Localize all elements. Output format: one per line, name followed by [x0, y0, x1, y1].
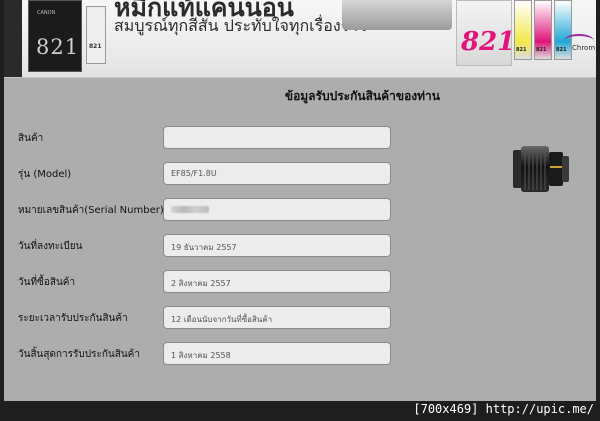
form-row-registration-date: วันที่ลงทะเบียน 19 ธันวาคม 2557 [4, 234, 596, 258]
warranty-end-label: วันสิ้นสุดการรับประกันสินค้า [18, 349, 140, 360]
ink-pack-code: 821 [461, 27, 516, 57]
ink-pack-image: 821 [456, 0, 516, 66]
purchase-date-label: วันที่ซื้อสินค้า [18, 277, 76, 288]
camera-lens-icon [513, 146, 569, 192]
model-field[interactable]: EF85/F1.8U [163, 162, 391, 185]
form-row-warranty-period: ระยะเวลารับประกันสินค้า 12 เดือนนับจากวั… [4, 306, 596, 330]
form-row-model: รุ่น (Model) EF85/F1.8U [4, 162, 596, 186]
promo-banner[interactable]: CANON 821 821 หมึกแท้แคนนอน สมบูรณ์ทุกสี… [4, 0, 596, 77]
ink-small-code: 821 [89, 43, 102, 50]
ink-cartridge-small: 821 [86, 6, 106, 64]
cartridge-number: 821 [516, 47, 527, 53]
serial-number-label: หมายเลขสินค้า(Serial Number) [18, 205, 164, 216]
form-row-purchase-date: วันที่ซื้อสินค้า 2 สิงหาคม 2557 [4, 270, 596, 294]
brand-logo-text: Chrom [572, 44, 596, 52]
banner-edge [4, 0, 22, 77]
product-field[interactable] [163, 126, 391, 149]
warranty-info-panel: ข้อมูลรับประกันสินค้าของท่าน สินค้า รุ่น… [4, 77, 596, 401]
panel-title: ข้อมูลรับประกันสินค้าของท่าน [284, 89, 440, 103]
product-label: สินค้า [18, 133, 44, 144]
form-row-warranty-end: วันสิ้นสุดการรับประกันสินค้า 1 สิงหาคม 2… [4, 342, 596, 366]
serial-number-field[interactable] [163, 198, 391, 221]
warranty-period-field[interactable]: 12 เดือนนับจากวันที่ซื้อสินค้า [163, 306, 391, 329]
magenta-cartridge: 821 [534, 0, 552, 60]
serial-redacted [171, 206, 209, 213]
warranty-period-label: ระยะเวลารับประกันสินค้า [18, 313, 128, 324]
ink-box-tag: CANON [37, 10, 56, 16]
warranty-end-field[interactable]: 1 สิงหาคม 2558 [163, 342, 391, 365]
registration-date-field[interactable]: 19 ธันวาคม 2557 [163, 234, 391, 257]
image-watermark: [700x469] http://upic.me/ [413, 402, 594, 416]
registration-date-label: วันที่ลงทะเบียน [18, 241, 83, 252]
printer-image [342, 0, 452, 30]
banner-tagline: สมบูรณ์ทุกสีสัน ประทับใจทุกเรื่องราว [114, 16, 368, 35]
yellow-cartridge: 821 [514, 0, 532, 60]
form-row-serial: หมายเลขสินค้า(Serial Number) [4, 198, 596, 222]
purchase-date-field[interactable]: 2 สิงหาคม 2557 [163, 270, 391, 293]
model-label: รุ่น (Model) [18, 169, 72, 180]
ink-box-code: 821 [36, 35, 80, 59]
cartridge-number: 821 [536, 47, 547, 53]
cyan-cartridge: 821 [554, 0, 572, 60]
form-row-product: สินค้า [4, 126, 596, 150]
ink-cartridge-box: CANON 821 [28, 0, 82, 72]
